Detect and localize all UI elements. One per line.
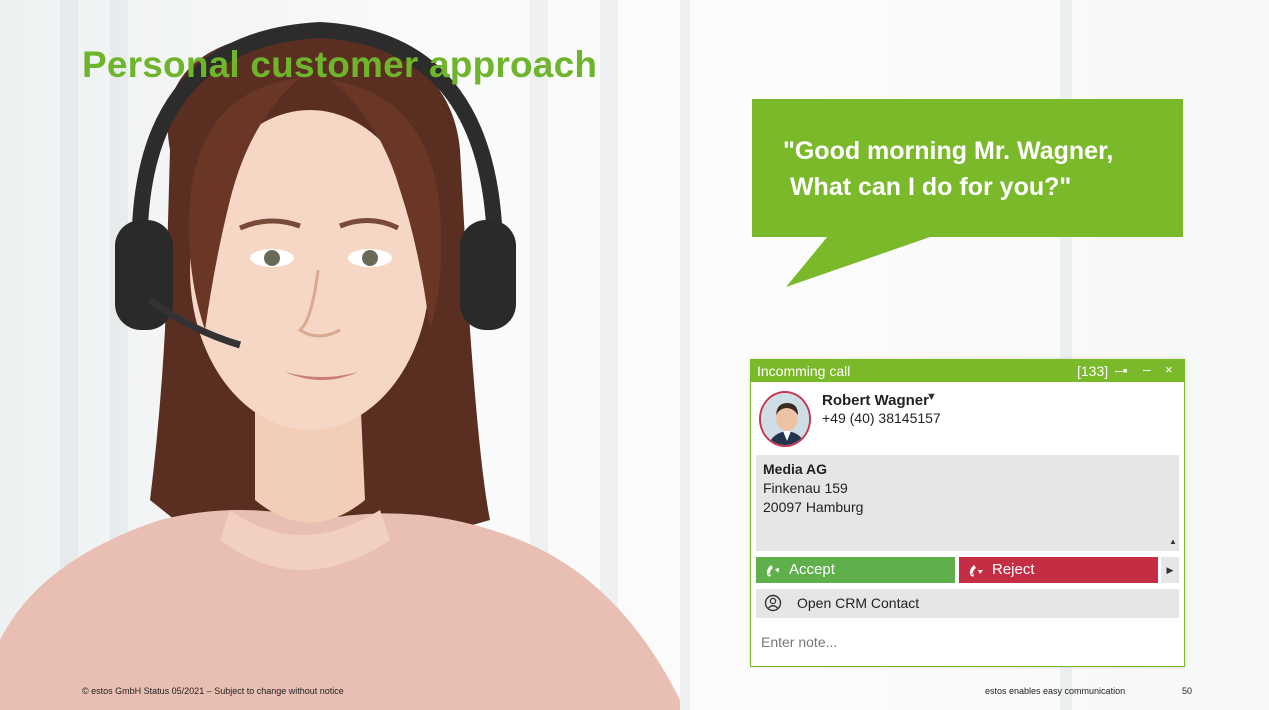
accept-label: Accept [789,561,835,578]
caller-dropdown-icon[interactable]: ▼ [926,391,937,403]
call-window-title: Incomming call [757,363,851,379]
caller-phone: +49 (40) 38145157 [822,410,941,426]
scroll-up-icon[interactable]: ▲ [1169,537,1177,546]
reject-phone-icon [969,565,983,577]
call-count: [133] [1077,363,1109,379]
minimize-icon[interactable]: – [1143,361,1151,377]
pin-icon[interactable]: ‒▪ [1115,362,1128,378]
caller-avatar [759,391,811,447]
close-icon[interactable]: × [1165,362,1173,377]
call-window-titlebar[interactable]: Incomming call [133] ‒▪ – × [751,360,1184,382]
accept-phone-icon [766,565,780,577]
note-input[interactable] [756,623,1179,661]
open-crm-contact-label: Open CRM Contact [797,595,920,611]
caller-address-panel: Media AG Finkenau 159 20097 Hamburg ▲ [756,455,1179,551]
speech-bubble-tail [786,236,933,287]
open-crm-contact-button[interactable]: Open CRM Contact [756,589,1179,618]
footer-tagline: estos enables easy communication [985,686,1126,696]
footer-copyright: © estos GmbH Status 05/2021 – Subject to… [82,686,344,696]
contact-icon [764,594,782,612]
company-name: Media AG [763,461,828,477]
address-street: Finkenau 159 [763,480,848,496]
slide-title: Personal customer approach [82,44,598,85]
page-number: 50 [1182,686,1193,696]
accept-button[interactable]: Accept [756,557,955,583]
reject-label: Reject [992,561,1035,578]
speech-bubble-text: "Good morning Mr. Wagner, What can I do … [783,137,1114,201]
caller-name[interactable]: Robert Wagner [822,392,929,409]
slide: Personal customer approach "Good morning… [0,0,1269,710]
incoming-call-window: Incomming call [133] ‒▪ – × Robert Wagne… [750,359,1185,667]
reject-button[interactable]: Reject [959,557,1158,583]
more-options-arrow-icon[interactable]: ▶ [1161,557,1179,583]
caller-photo [761,393,809,445]
address-city: 20097 Hamburg [763,499,864,515]
woman-with-headset-photo [0,21,680,710]
